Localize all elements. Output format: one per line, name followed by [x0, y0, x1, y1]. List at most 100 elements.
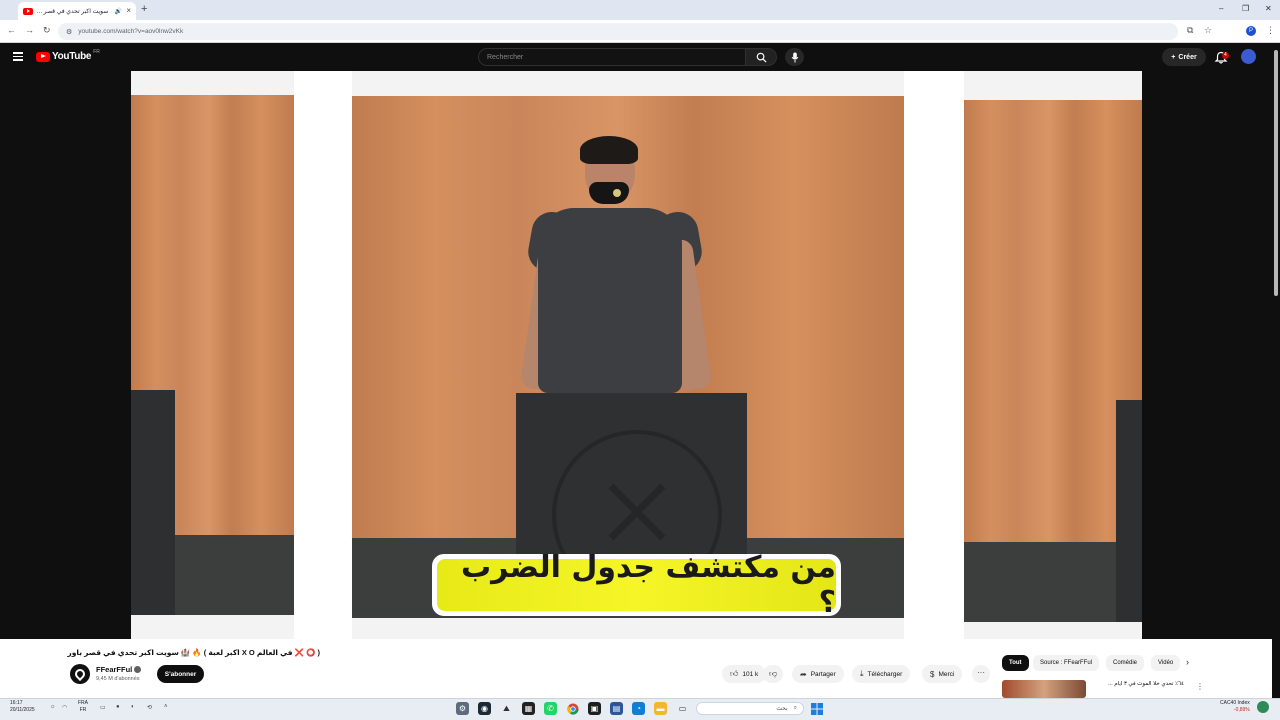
network-icon[interactable]: ☼: [50, 704, 56, 710]
install-app-icon[interactable]: ⧉: [1187, 25, 1193, 36]
forward-icon[interactable]: →: [25, 25, 34, 35]
tray-icon[interactable]: ◐: [131, 704, 135, 710]
more-vertical-icon[interactable]: ⋮: [1196, 682, 1204, 691]
app-icon[interactable]: ⛰: [500, 702, 513, 715]
market-widget[interactable]: CAC40 Index -0,89%: [1220, 700, 1250, 714]
like-count: 101 k: [742, 670, 759, 678]
chip-comedy[interactable]: Comédie: [1106, 655, 1145, 671]
account-avatar[interactable]: [1241, 49, 1256, 64]
thumbs-down-icon: 👎︎: [769, 669, 778, 678]
youtube-header: YouTube FR Rechercher + Créer: [0, 43, 1280, 71]
tray-icon[interactable]: ▭: [100, 704, 106, 711]
chip-source[interactable]: Source : FFearFFul: [1033, 655, 1100, 671]
app-icon[interactable]: ▭: [676, 702, 689, 715]
minimize-button[interactable]: –: [1219, 4, 1223, 13]
tab-title: سويت اكبر تحدي في قصر ...: [37, 8, 109, 15]
x-emblem-icon: [608, 483, 666, 541]
download-button[interactable]: ⤓ Télécharger: [852, 665, 911, 683]
url-text: youtube.com/watch?v=aov0lnw2vKk: [78, 28, 184, 35]
back-icon[interactable]: ←: [7, 25, 16, 35]
voice-search-button[interactable]: [785, 48, 804, 66]
market-name: CAC40 Index: [1220, 700, 1250, 706]
channel-logo-icon: [72, 666, 88, 682]
thanks-button[interactable]: $ Merci: [922, 665, 963, 683]
language-indicator[interactable]: FRA FR: [78, 700, 88, 714]
share-icon: ➦: [800, 669, 807, 679]
browser-tab[interactable]: سويت اكبر تحدي في قصر ... 🔊 ×: [18, 2, 136, 20]
microphone-icon: [791, 52, 798, 62]
chip-all[interactable]: Tout: [1002, 655, 1029, 671]
market-change: -0,89%: [1233, 707, 1250, 713]
whatsapp-app-icon[interactable]: ✆: [544, 702, 557, 715]
app-icon[interactable]: ▤: [610, 702, 623, 715]
tray-icon[interactable]: ⟲: [147, 704, 152, 711]
plus-icon: +: [1171, 53, 1176, 61]
face-mask: [589, 182, 629, 204]
close-tab-icon[interactable]: ×: [126, 7, 131, 15]
site-info-icon[interactable]: ⚙: [66, 28, 72, 36]
browser-tab-bar: سويت اكبر تحدي في قصر ... 🔊 × + – ❐ ✕: [0, 0, 1280, 20]
caption-inner: من مكتشف جدول الضرب ؟: [437, 550, 836, 620]
maximize-button[interactable]: ❐: [1242, 4, 1249, 13]
white-divider: [904, 71, 964, 639]
booth-podium: [131, 390, 175, 615]
file-explorer-icon[interactable]: ▬: [654, 702, 667, 715]
caption-text: من مكتشف جدول الضرب ؟: [461, 550, 836, 620]
search-icon: [756, 52, 767, 63]
search-input[interactable]: Rechercher: [478, 48, 746, 66]
left-booth: [131, 95, 294, 615]
channel-name[interactable]: FFearFFul: [96, 665, 132, 674]
youtube-logo[interactable]: YouTube FR: [36, 49, 100, 62]
widget-icon[interactable]: [1257, 701, 1269, 713]
right-booth: [964, 100, 1142, 622]
dislike-button[interactable]: 👎︎: [763, 665, 784, 683]
app-icon[interactable]: ▦: [522, 702, 535, 715]
chip-video[interactable]: Vidéo: [1151, 655, 1181, 671]
booth-podium: [1116, 400, 1142, 622]
audio-icon[interactable]: 🔊: [115, 8, 122, 15]
thanks-icon: $: [930, 669, 935, 679]
mic-tray-icon[interactable]: ●: [116, 704, 120, 710]
chevron-up-icon[interactable]: ˄: [164, 704, 168, 710]
settings-app-icon[interactable]: ⚙: [456, 702, 469, 715]
profile-avatar[interactable]: P: [1246, 26, 1256, 36]
recommended-video-thumbnail[interactable]: [1002, 680, 1086, 698]
taskbar-clock[interactable]: 16:17 20/11/2025: [10, 700, 35, 714]
search-placeholder: Rechercher: [487, 53, 524, 61]
scrollbar-thumb[interactable]: [1274, 50, 1278, 296]
new-tab-button[interactable]: +: [141, 3, 147, 15]
logo-text: YouTube: [52, 51, 92, 62]
reload-icon[interactable]: ↻: [43, 25, 51, 36]
clock-date: 20/11/2025: [10, 707, 35, 713]
chrome-app-icon[interactable]: [566, 702, 579, 715]
search-button[interactable]: [745, 48, 777, 66]
verified-icon: [134, 666, 141, 673]
video-title: ( ⭕ ❌ في العالم X O اكبر لعبة ) 🔥 🏰 سويت…: [67, 648, 320, 657]
share-button[interactable]: ➦ Partager: [792, 665, 844, 683]
chevron-right-icon[interactable]: ›: [1186, 657, 1189, 667]
browser-menu-icon[interactable]: ⋮: [1266, 25, 1275, 36]
recommended-video-title[interactable]: ٦٤٪ تحدي خلا الموت في ٣ أيام ...: [1092, 681, 1184, 687]
close-window-button[interactable]: ✕: [1265, 4, 1272, 13]
url-field[interactable]: ⚙ youtube.com/watch?v=aov0lnw2vKk: [58, 23, 1178, 40]
taskbar-search[interactable]: بحث ⌕: [696, 702, 804, 715]
menu-icon[interactable]: [13, 52, 23, 61]
language-bottom: FR: [79, 707, 87, 713]
person-hair: [580, 136, 638, 164]
taskbar-search-placeholder: بحث: [776, 706, 788, 712]
language-top: FRA: [78, 700, 88, 706]
address-bar-row: ← → ↻ ⚙ youtube.com/watch?v=aov0lnw2vKk …: [0, 20, 1280, 43]
wifi-icon[interactable]: ◠: [62, 704, 67, 711]
subscribe-button[interactable]: S'abonner: [157, 665, 204, 683]
like-button[interactable]: 👍︎ 101 k: [722, 665, 767, 683]
subscriber-count: 9,45 M d'abonnés: [96, 676, 140, 682]
windows-logo-icon: [810, 702, 823, 715]
channel-avatar[interactable]: [70, 664, 90, 684]
edge-app-icon[interactable]: ◔: [632, 702, 645, 715]
steam-app-icon[interactable]: ◉: [478, 702, 491, 715]
more-actions-button[interactable]: ···: [972, 665, 990, 683]
app-icon[interactable]: ▣: [588, 702, 601, 715]
bookmark-star-icon[interactable]: ☆: [1204, 25, 1212, 36]
create-button[interactable]: + Créer: [1162, 48, 1206, 66]
windows-start-icon[interactable]: [810, 702, 823, 715]
